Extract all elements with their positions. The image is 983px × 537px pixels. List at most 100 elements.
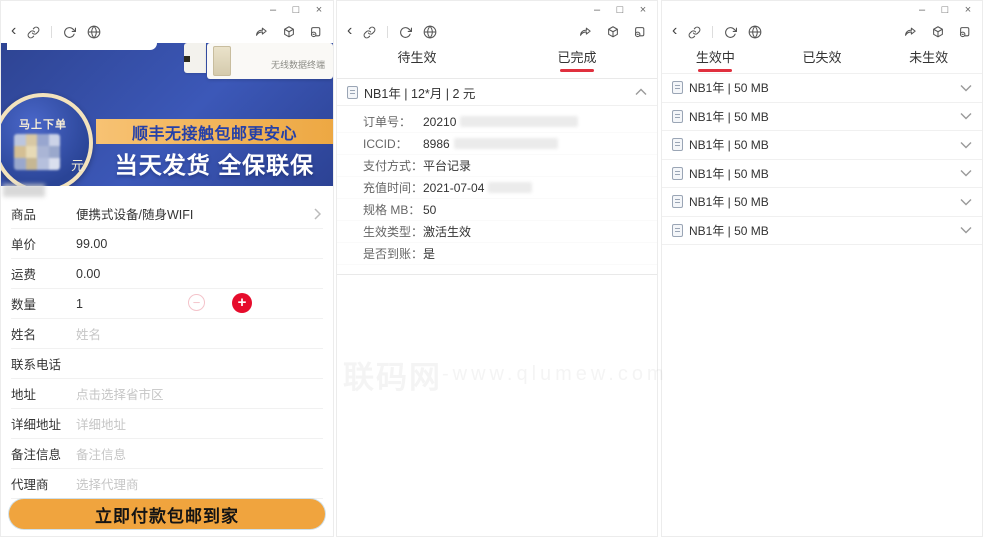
mini-app-toolbar: ‹ (337, 21, 657, 43)
detail-value: 20210 (423, 114, 457, 129)
pay-method-value: 平台记录 (423, 157, 471, 174)
maximize-button[interactable]: □ (939, 4, 951, 16)
effect-type-value: 激活生效 (423, 223, 471, 240)
minimize-button[interactable]: – (591, 4, 603, 16)
form-row-remark[interactable]: 备注信息 备注信息 (11, 439, 323, 469)
field-label: 备注信息 (11, 448, 62, 462)
minimize-button[interactable]: – (267, 4, 279, 16)
link-icon[interactable] (363, 26, 376, 39)
refresh-icon[interactable] (724, 26, 738, 39)
toolbar-divider (712, 26, 714, 38)
plan-title: NB1年 | 50 MB (689, 81, 769, 96)
share-icon[interactable] (254, 25, 269, 39)
maximize-button[interactable]: □ (290, 4, 302, 16)
pixel (25, 158, 37, 170)
chevron-down-icon[interactable] (960, 226, 972, 234)
remark-input[interactable]: 备注信息 (76, 444, 126, 463)
detail-row-credited: 是否到账： 是 (337, 243, 657, 265)
quantity-value: 1 (76, 296, 83, 311)
tab-expired[interactable]: 已失效 (769, 43, 876, 73)
back-icon[interactable]: ‹ (672, 23, 677, 39)
quantity-increase-button[interactable]: + (232, 293, 252, 313)
chevron-down-icon[interactable] (960, 84, 972, 92)
close-button[interactable]: × (962, 4, 974, 16)
form-row-agent[interactable]: 代理商 选择代理商 (11, 469, 323, 499)
list-item[interactable]: NB1年 | 50 MB (662, 188, 982, 217)
back-icon[interactable]: ‹ (11, 23, 16, 39)
close-button[interactable]: × (637, 4, 649, 16)
tab-label: 已完成 (557, 50, 597, 65)
pixel (48, 158, 60, 170)
back-icon[interactable]: ‹ (347, 23, 352, 39)
float-window-icon[interactable] (958, 25, 972, 39)
share-icon[interactable] (903, 25, 918, 39)
window-controls: – □ × (916, 4, 974, 16)
pixel (37, 158, 49, 170)
redacted-price (14, 134, 60, 170)
plan-title: NB1年 | 50 MB (689, 166, 769, 181)
miniprogram-cube-icon[interactable] (931, 25, 945, 39)
tab-label: 待生效 (397, 50, 437, 65)
miniprogram-cube-icon[interactable] (606, 25, 620, 39)
document-icon (672, 138, 683, 152)
chevron-down-icon[interactable] (960, 169, 972, 177)
order-card-header[interactable]: NB1年 | 12*月 | 2 元 (337, 79, 657, 106)
order-status-tabs: 待生效 已完成 (337, 43, 657, 73)
list-item[interactable]: NB1年 | 50 MB (662, 74, 982, 103)
form-row-product[interactable]: 商品 便携式设备/随身WIFI (11, 199, 323, 229)
list-item[interactable]: NB1年 | 50 MB (662, 103, 982, 131)
plan-title: NB1年 | 50 MB (689, 138, 769, 153)
link-icon[interactable] (27, 26, 40, 39)
list-item[interactable]: NB1年 | 50 MB (662, 217, 982, 245)
document-icon (672, 81, 683, 95)
window-controls: – □ × (267, 4, 325, 16)
float-window-icon[interactable] (633, 25, 647, 39)
chevron-down-icon[interactable] (960, 198, 972, 206)
form-row-address-detail[interactable]: 详细地址 详细地址 (11, 409, 323, 439)
detail-value: 平台记录 (423, 159, 472, 173)
link-icon[interactable] (688, 26, 701, 39)
tab-pending[interactable]: 待生效 (337, 43, 497, 73)
unit-price-value: 99.00 (76, 236, 108, 251)
globe-icon[interactable] (423, 25, 437, 39)
address-detail-input[interactable]: 详细地址 (76, 414, 126, 433)
chevron-up-icon[interactable] (635, 88, 647, 96)
refresh-icon[interactable] (399, 26, 413, 39)
form-row-name[interactable]: 姓名 姓名 (11, 319, 323, 349)
agent-select[interactable]: 选择代理商 (76, 474, 139, 493)
globe-icon[interactable] (748, 25, 762, 39)
order-no-value: 20210 (423, 114, 579, 129)
globe-icon[interactable] (87, 25, 101, 39)
pixel (48, 134, 60, 146)
miniprogram-cube-icon[interactable] (282, 25, 296, 39)
close-button[interactable]: × (313, 4, 325, 16)
chevron-down-icon[interactable] (960, 141, 972, 149)
chevron-down-icon[interactable] (960, 112, 972, 120)
refresh-icon[interactable] (63, 26, 77, 39)
document-icon (672, 223, 683, 237)
share-icon[interactable] (578, 25, 593, 39)
document-icon (672, 109, 683, 123)
toolbar-divider (387, 26, 389, 38)
plan-status-tabs: 生效中 已失效 未生效 (662, 43, 982, 73)
quantity-decrease-button[interactable]: − (188, 294, 205, 311)
tab-active[interactable]: 生效中 (662, 43, 769, 73)
maximize-button[interactable]: □ (614, 4, 626, 16)
field-label: 商品 (11, 208, 37, 222)
form-row-phone[interactable]: 联系电话 (11, 349, 323, 379)
tab-not-effective[interactable]: 未生效 (875, 43, 982, 73)
chevron-right-icon[interactable] (314, 208, 322, 223)
list-item[interactable]: NB1年 | 50 MB (662, 160, 982, 188)
region-select[interactable]: 点击选择省市区 (76, 384, 164, 403)
detail-row-pay-method: 支付方式： 平台记录 (337, 155, 657, 177)
name-input[interactable]: 姓名 (76, 324, 101, 343)
form-row-shipping: 运费 0.00 (11, 259, 323, 289)
form-row-address[interactable]: 地址 点击选择省市区 (11, 379, 323, 409)
form-row-quantity: 数量 1 − + (11, 289, 323, 319)
minimize-button[interactable]: – (916, 4, 928, 16)
redacted-text (488, 182, 533, 193)
tab-completed[interactable]: 已完成 (497, 43, 657, 73)
pay-now-button[interactable]: 立即付款包邮到家 (9, 499, 325, 529)
float-window-icon[interactable] (309, 25, 323, 39)
list-item[interactable]: NB1年 | 50 MB (662, 131, 982, 160)
